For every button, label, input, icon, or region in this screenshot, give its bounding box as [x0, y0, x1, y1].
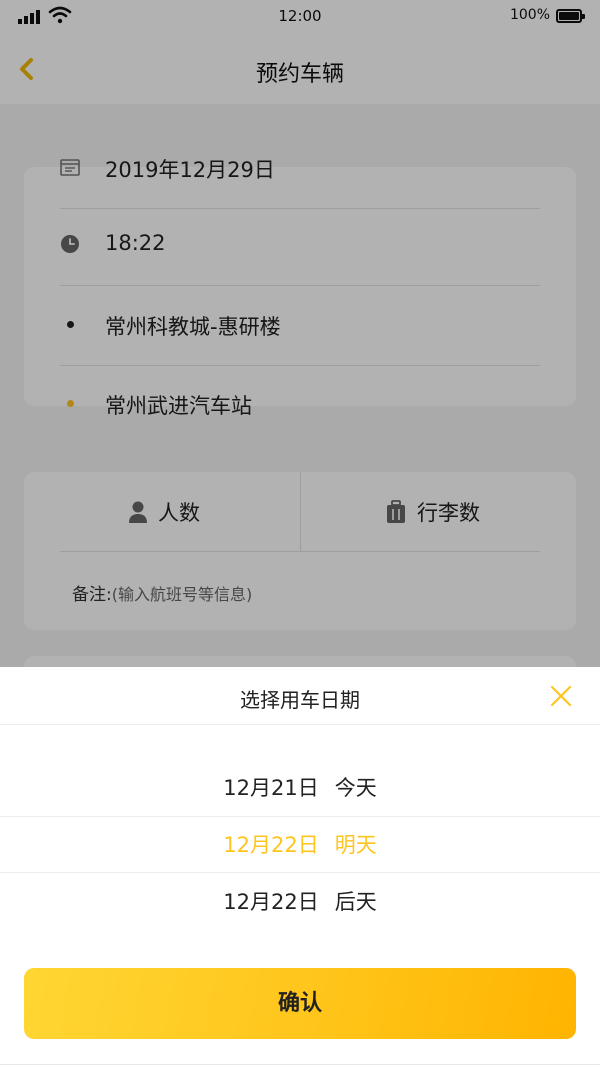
option-date: 12月22日	[223, 890, 319, 914]
confirm-button[interactable]: 确认	[24, 968, 576, 1039]
sheet-title: 选择用车日期	[240, 688, 360, 712]
divider	[0, 1064, 600, 1065]
option-day: 后天	[334, 890, 377, 914]
divider	[0, 724, 600, 725]
option-day: 今天	[334, 776, 377, 800]
date-option[interactable]: 12月21日 今天	[0, 760, 600, 817]
option-date: 12月22日	[223, 833, 319, 857]
option-day: 明天	[334, 833, 377, 857]
date-option[interactable]: 12月22日 后天	[0, 874, 600, 931]
close-icon[interactable]	[550, 685, 572, 707]
option-date: 12月21日	[223, 776, 319, 800]
modal-overlay[interactable]	[0, 0, 600, 667]
date-option-selected[interactable]: 12月22日 明天	[0, 816, 600, 873]
date-picker-sheet: 选择用车日期 12月21日 今天 12月22日 明天 12月22日 后天 确认	[0, 667, 600, 1067]
